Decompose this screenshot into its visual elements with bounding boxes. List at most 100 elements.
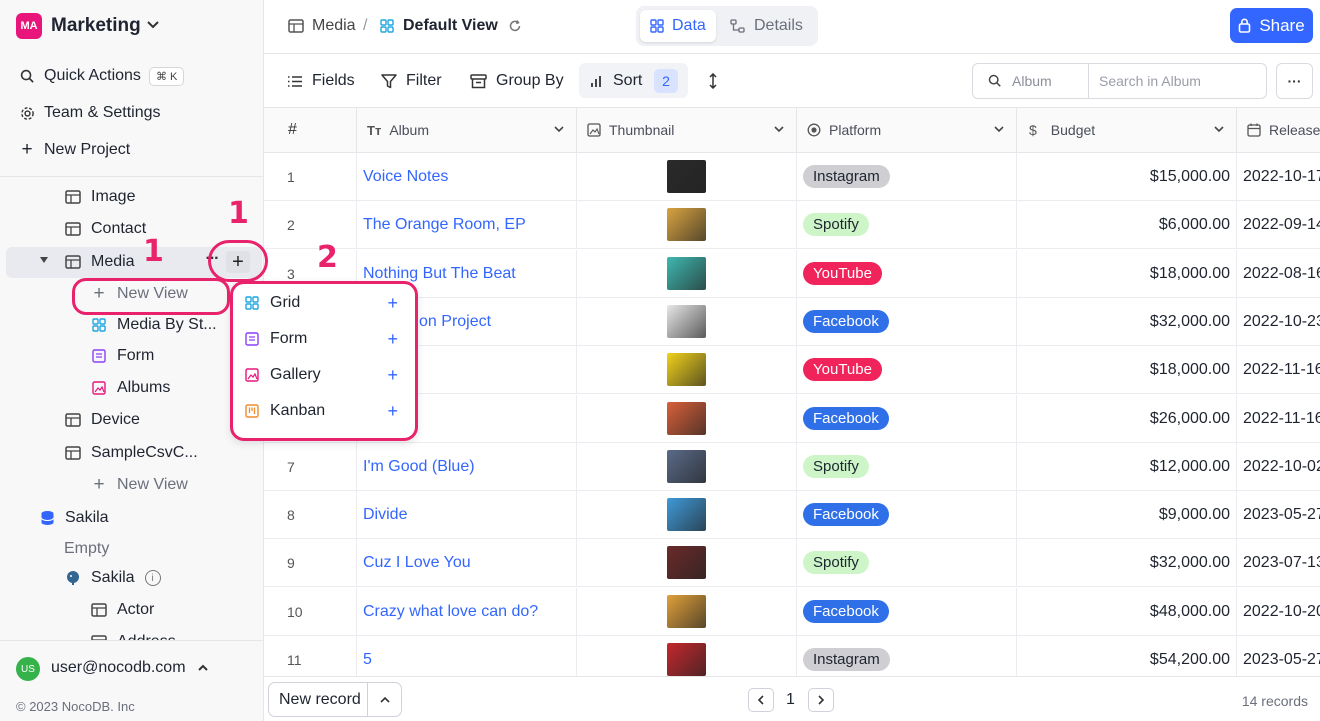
album-cell[interactable]: Divide (357, 491, 577, 539)
next-page-button[interactable] (808, 688, 834, 712)
album-thumbnail[interactable] (667, 595, 706, 628)
reload-icon[interactable] (508, 19, 522, 33)
chevron-down-icon[interactable] (994, 125, 1004, 133)
release-cell[interactable]: 2022-11-16 (1237, 346, 1320, 394)
chevron-down-icon[interactable] (146, 18, 160, 32)
album-thumbnail[interactable] (667, 402, 706, 435)
release-cell[interactable]: 2022-09-14 (1237, 201, 1320, 249)
release-cell[interactable]: 2023-05-27 (1237, 636, 1320, 676)
thumbnail-cell[interactable] (577, 588, 797, 636)
album-cell[interactable]: Cuz I Love You (357, 539, 577, 587)
chevron-down-icon[interactable] (1214, 125, 1224, 133)
thumbnail-cell[interactable] (577, 201, 797, 249)
more-options-button[interactable]: ··· (1276, 63, 1313, 99)
chevron-up-icon[interactable] (380, 696, 390, 704)
column-header-platform[interactable]: Platform (797, 108, 1017, 153)
table-contact[interactable]: Contact (64, 214, 146, 244)
album-cell[interactable]: I'm Good (Blue) (357, 443, 577, 491)
column-header-album[interactable]: Tт Album (357, 108, 577, 153)
budget-cell[interactable]: $15,000.00 (1017, 153, 1237, 201)
album-thumbnail[interactable] (667, 160, 706, 193)
platform-cell[interactable]: Facebook (797, 298, 1017, 346)
thumbnail-cell[interactable] (577, 636, 797, 676)
release-cell[interactable]: 2022-10-20 (1237, 588, 1320, 636)
thumbnail-cell[interactable] (577, 539, 797, 587)
budget-cell[interactable]: $18,000.00 (1017, 250, 1237, 298)
new-record-button[interactable]: New record (268, 682, 402, 717)
table-image[interactable]: Image (64, 182, 135, 212)
platform-cell[interactable]: YouTube (797, 250, 1017, 298)
thumbnail-cell[interactable] (577, 443, 797, 491)
fields-button[interactable]: Fields (287, 68, 355, 94)
search-field-select[interactable]: Album (973, 64, 1089, 98)
chevron-down-icon[interactable] (774, 125, 784, 133)
team-settings[interactable]: Team & Settings (18, 98, 161, 128)
table-device[interactable]: Device (64, 405, 140, 435)
album-thumbnail[interactable] (667, 546, 706, 579)
caret-down-icon[interactable] (40, 257, 48, 263)
search-input[interactable] (1090, 64, 1266, 98)
chevron-up-icon[interactable] (197, 663, 209, 673)
budget-cell[interactable]: $18,000.00 (1017, 346, 1237, 394)
sort-label-wrap[interactable]: Sort (590, 68, 642, 94)
new-project[interactable]: + New Project (18, 135, 130, 165)
platform-cell[interactable]: Instagram (797, 153, 1017, 201)
budget-cell[interactable]: $32,000.00 (1017, 298, 1237, 346)
platform-cell[interactable]: Spotify (797, 539, 1017, 587)
platform-cell[interactable]: YouTube (797, 346, 1017, 394)
budget-cell[interactable]: $54,200.00 (1017, 636, 1237, 676)
tab-data[interactable]: Data (640, 10, 716, 42)
thumbnail-cell[interactable] (577, 153, 797, 201)
release-cell[interactable]: 2022-10-23 (1237, 298, 1320, 346)
album-thumbnail[interactable] (667, 353, 706, 386)
release-cell[interactable]: 2022-10-02 (1237, 443, 1320, 491)
table-samplecsv[interactable]: SampleCsvC... (64, 438, 198, 468)
quick-actions[interactable]: Quick Actions ⌘ K (18, 61, 185, 91)
database-sakila[interactable]: Sakila (38, 503, 109, 533)
breadcrumb-view[interactable]: Default View (380, 17, 522, 35)
platform-cell[interactable]: Instagram (797, 636, 1017, 676)
thumbnail-cell[interactable] (577, 491, 797, 539)
workspace-name[interactable]: Marketing (51, 15, 141, 37)
release-cell[interactable]: 2023-07-13 (1237, 539, 1320, 587)
album-thumbnail[interactable] (667, 643, 706, 676)
thumbnail-cell[interactable] (577, 298, 797, 346)
budget-cell[interactable]: $26,000.00 (1017, 395, 1237, 443)
column-header-thumbnail[interactable]: Thumbnail (577, 108, 797, 153)
album-thumbnail[interactable] (667, 450, 706, 483)
new-view[interactable]: + New View (90, 470, 187, 500)
view-form[interactable]: Form (90, 341, 154, 371)
budget-cell[interactable]: $12,000.00 (1017, 443, 1237, 491)
workspace-badge[interactable]: MA (16, 13, 42, 39)
album-cell[interactable]: Crazy what love can do? (357, 588, 577, 636)
user-email[interactable]: user@nocodb.com (51, 659, 186, 677)
budget-cell[interactable]: $9,000.00 (1017, 491, 1237, 539)
budget-cell[interactable]: $32,000.00 (1017, 539, 1237, 587)
album-thumbnail[interactable] (667, 257, 706, 290)
budget-cell[interactable]: $48,000.00 (1017, 588, 1237, 636)
breadcrumb-table[interactable]: Media (288, 17, 356, 35)
album-thumbnail[interactable] (667, 305, 706, 338)
album-cell[interactable]: Voice Notes (357, 153, 577, 201)
release-cell[interactable]: 2022-08-16 (1237, 250, 1320, 298)
avatar[interactable]: US (16, 657, 40, 681)
album-cell[interactable]: 5 (357, 636, 577, 676)
filter-button[interactable]: Filter (381, 68, 442, 94)
platform-cell[interactable]: Spotify (797, 443, 1017, 491)
platform-cell[interactable]: Facebook (797, 491, 1017, 539)
platform-cell[interactable]: Facebook (797, 395, 1017, 443)
column-header-release[interactable]: Release (1237, 108, 1320, 153)
thumbnail-cell[interactable] (577, 346, 797, 394)
row-height-button[interactable] (708, 68, 718, 94)
budget-cell[interactable]: $6,000.00 (1017, 201, 1237, 249)
chevron-down-icon[interactable] (554, 125, 564, 133)
table-actor[interactable]: Actor (90, 595, 154, 625)
info-icon[interactable]: i (144, 570, 161, 586)
album-thumbnail[interactable] (667, 208, 706, 241)
share-button[interactable]: Share (1230, 8, 1313, 43)
prev-page-button[interactable] (748, 688, 774, 712)
thumbnail-cell[interactable] (577, 250, 797, 298)
album-cell[interactable]: The Orange Room, EP (357, 201, 577, 249)
table-media[interactable]: Media (64, 247, 135, 277)
release-cell[interactable]: 2023-05-27 (1237, 491, 1320, 539)
